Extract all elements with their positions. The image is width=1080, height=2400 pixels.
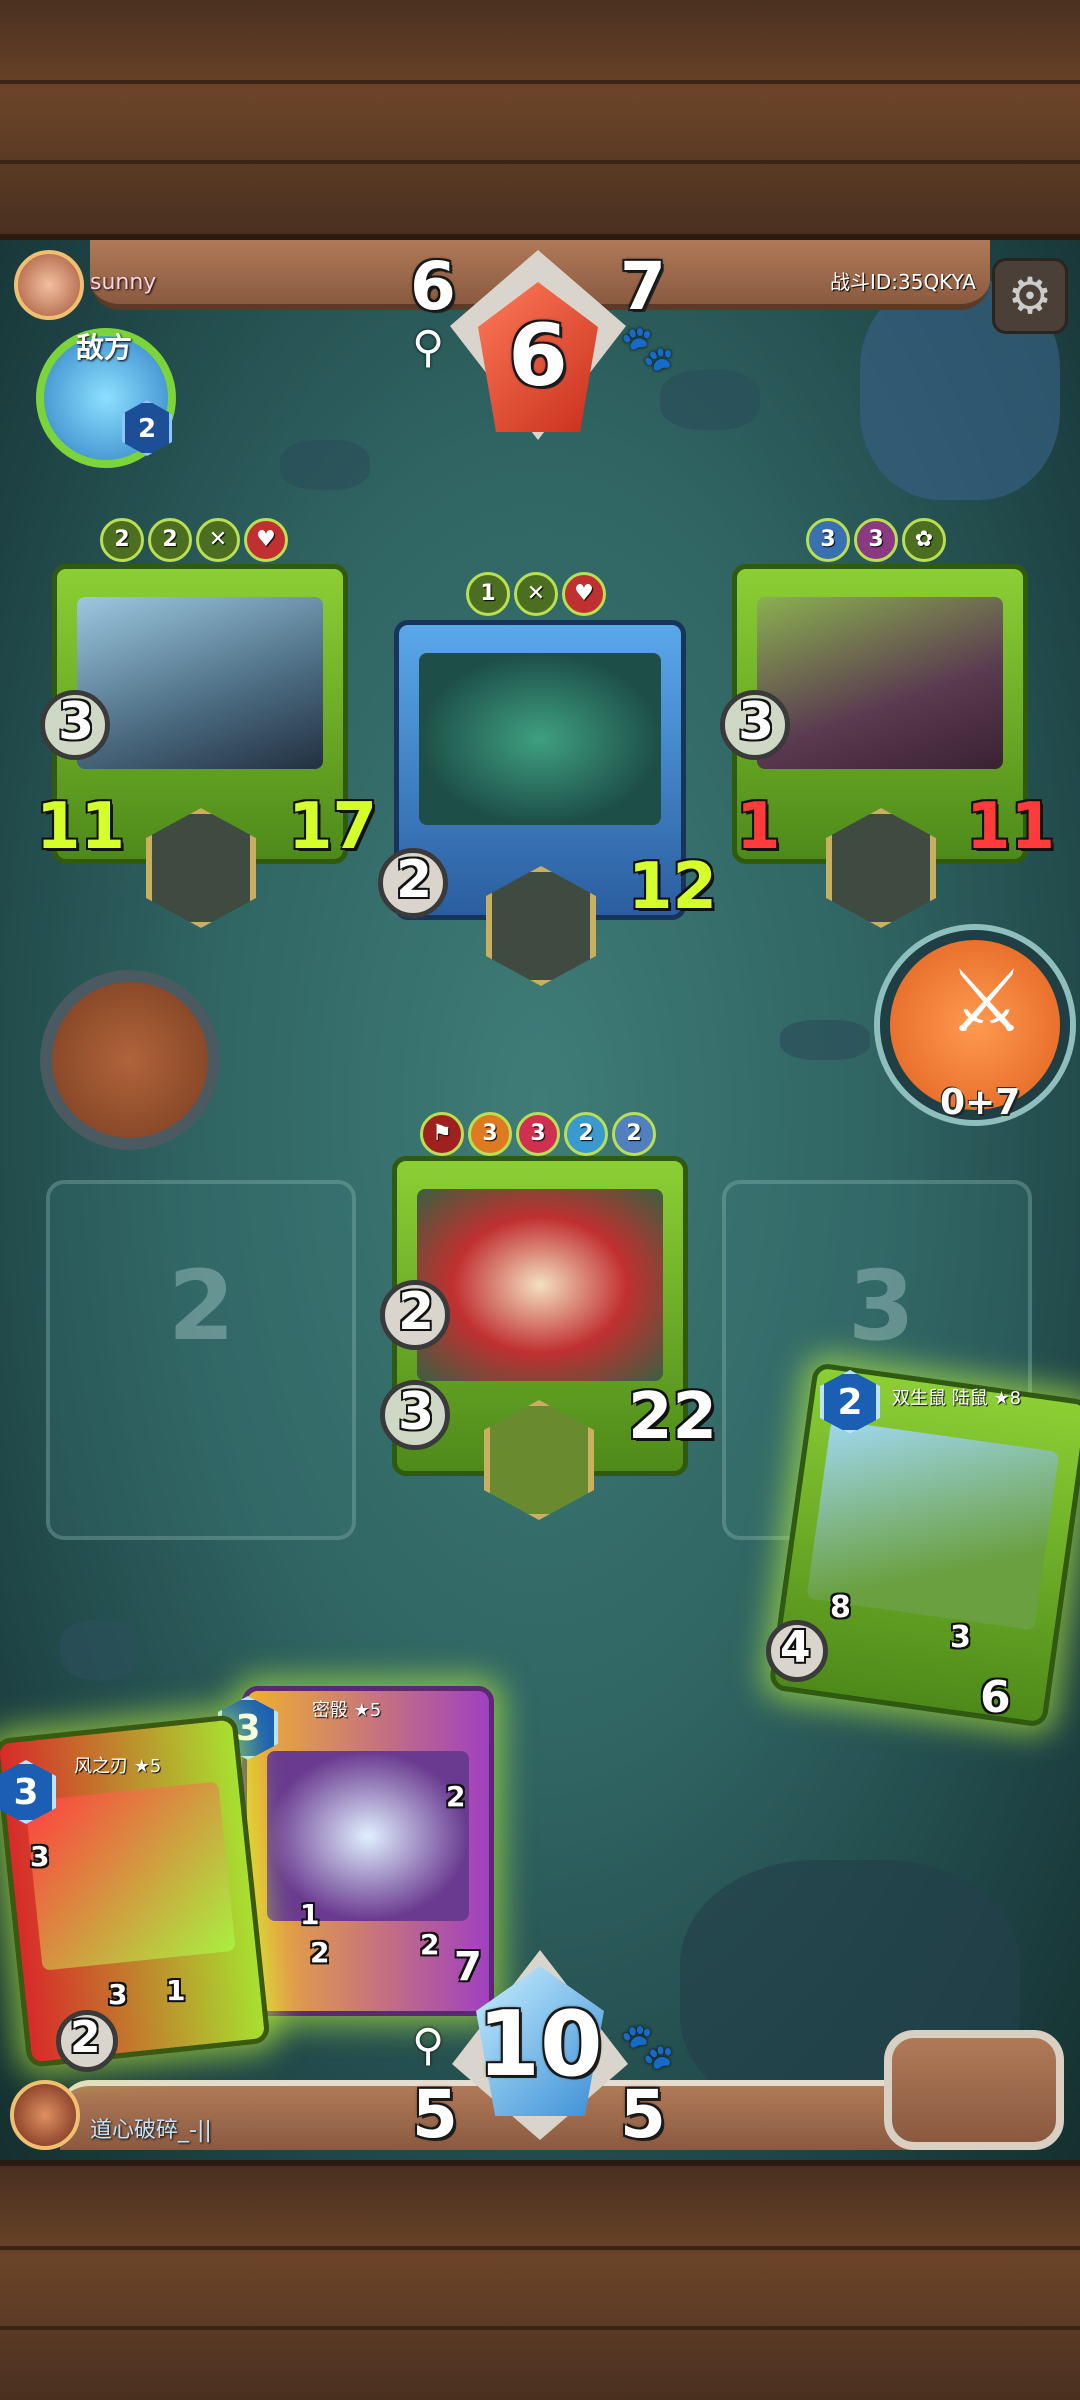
player-card-heal: 3 [398, 1382, 435, 1442]
crossed-swords-icon: ⚔ [948, 952, 1026, 1052]
hand-card-2-stat-b: 2 [420, 1928, 440, 1961]
player-avatar[interactable] [10, 2080, 80, 2150]
plank-seam [0, 80, 1080, 84]
paw-icon: 🐾 [620, 2021, 675, 2072]
star-badge: 3 [516, 1112, 560, 1156]
staff-icon: ⚲ [412, 2020, 445, 2071]
staff-icon: ⚲ [412, 322, 445, 373]
enemy-card-3-health: 11 [966, 790, 1056, 864]
slot-number: 2 [168, 1250, 235, 1362]
player-mana: 10 [477, 1992, 603, 2097]
rock [280, 440, 370, 490]
hand-card-1-stat-b: 1 [166, 1974, 186, 2007]
heart-badge: ♥ [244, 518, 288, 562]
rock [60, 1620, 140, 1680]
leaf-badge: ✿ [902, 518, 946, 562]
hand-card-2-stat-c: 2 [310, 1936, 330, 1969]
bottom-wood-frame [0, 2160, 1080, 2400]
player-paw-stat: 5 [620, 2076, 666, 2153]
arrow-badge: 3 [806, 518, 850, 562]
slot-number: 3 [848, 1250, 915, 1362]
enemy-card-1-heal: 3 [58, 692, 95, 752]
hand-card-3-stat-a: 8 [830, 1590, 851, 1625]
enemy-card-2-heal: 2 [396, 850, 433, 910]
enemy-card-3-heal: 3 [738, 692, 775, 752]
player-attack-stat: 5 [412, 2076, 458, 2153]
tools-badge: ✕ [196, 518, 240, 562]
flag-badge: ⚑ [420, 1112, 464, 1156]
enemy-card-1-health: 17 [288, 790, 378, 864]
hand-card-2-shield: 7 [454, 1944, 482, 1990]
leaf-badge: 2 [100, 518, 144, 562]
wooden-shield-button[interactable] [40, 970, 220, 1150]
enemy-paw-stat: 7 [620, 248, 666, 325]
crystal-badge: 2 [612, 1112, 656, 1156]
hand-card-1-title: 风之刃 ★5 [74, 1756, 162, 1777]
hand-card-3-title: 双生鼠 陆鼠 ★8 [892, 1388, 1022, 1409]
rock [660, 370, 760, 430]
dice-badge: 3 [854, 518, 898, 562]
tools-badge: ✕ [514, 572, 558, 616]
plank-seam [0, 160, 1080, 164]
hand-card-3-health: 6 [980, 1672, 1011, 1723]
card-art-secret-dice [267, 1751, 469, 1921]
card-badges: 3 3 ✿ [806, 518, 946, 562]
hand-card-2-title: 密骰 ★5 [312, 1700, 382, 1721]
heart-badge: ♥ [562, 572, 606, 616]
hand-card-1-attack: 2 [70, 2012, 101, 2063]
enemy-mana: 6 [508, 306, 568, 406]
enemy-attack-stat: 6 [410, 248, 456, 325]
enemy-card-1-attack: 11 [36, 790, 126, 864]
gear-icon: ⚙ [1007, 267, 1053, 325]
plank-seam [0, 2246, 1080, 2250]
hand-card-1-stat-a: 3 [108, 1978, 128, 2011]
card-art-spiked-orb [419, 653, 661, 825]
card-badges: ⚑ 3 3 2 2 [420, 1112, 656, 1156]
settings-button[interactable]: ⚙ [992, 258, 1068, 334]
hand-card-2-stat-a: 1 [300, 1898, 320, 1931]
card-art-deer-shaman [77, 597, 323, 769]
card-art-rat-mage [757, 597, 1003, 769]
player-card-dice: 2 [398, 1282, 435, 1342]
end-turn-button[interactable] [884, 2030, 1064, 2150]
enemy-name: sunny [90, 270, 157, 295]
hand-card-2-small: 2 [446, 1780, 466, 1813]
sparkle-badge: 2 [564, 1112, 608, 1156]
player-name: 道心破碎_-|| [90, 2118, 212, 2143]
hand-card-1-small: 3 [30, 1840, 50, 1873]
player-card-health: 22 [628, 1380, 718, 1454]
card-art-wind-blade [25, 1781, 236, 1971]
enemy-hero-label: 敌方 [76, 331, 133, 364]
top-wood-frame [0, 0, 1080, 240]
enemy-card-2-health: 12 [628, 850, 718, 924]
paw-icon: 🐾 [620, 323, 675, 374]
enemy-card-3-attack: 1 [736, 790, 781, 864]
battle-id: 战斗ID:35QKYA [830, 270, 976, 294]
fire-badge: 3 [468, 1112, 512, 1156]
hand-card-3-attack: 4 [780, 1622, 811, 1673]
hand-card-3-stat-b: 3 [950, 1620, 971, 1655]
rock [780, 1020, 870, 1060]
enemy-avatar[interactable] [14, 250, 84, 320]
card-art-mushroom-king [417, 1189, 663, 1381]
plank-seam [0, 2326, 1080, 2330]
card-badges: 2 2 ✕ ♥ [100, 518, 288, 562]
attack-button-label: 0+7 [940, 1082, 1021, 1123]
card-badges: 1 ✕ ♥ [466, 572, 606, 616]
leaf-badge: 1 [466, 572, 510, 616]
bolt-badge: 2 [148, 518, 192, 562]
